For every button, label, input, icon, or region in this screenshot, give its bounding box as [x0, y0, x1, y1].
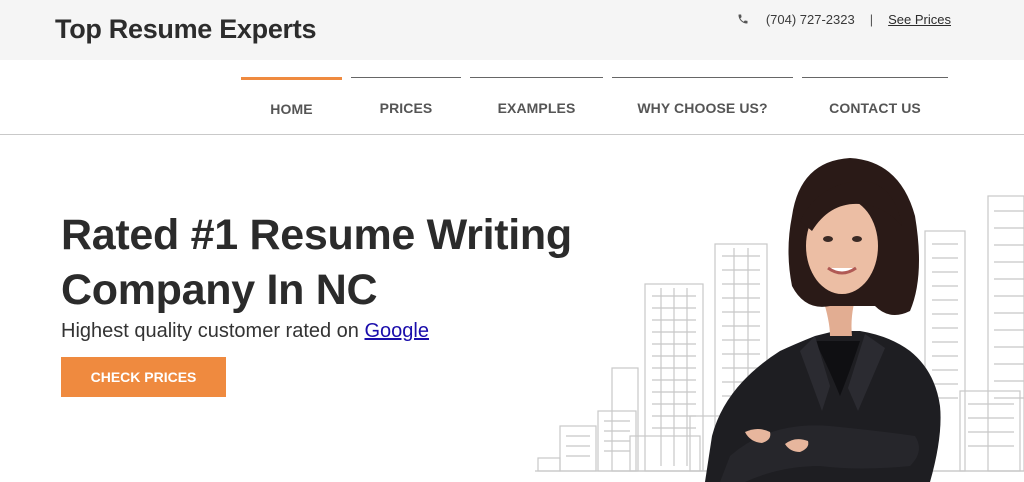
nav-item-examples[interactable]: EXAMPLES: [470, 77, 603, 135]
nav-item-label: PRICES: [379, 99, 433, 116]
main-nav: HOME PRICES EXAMPLES WHY CHOOSE US? CONT…: [0, 60, 1024, 135]
nav-item-why-choose-us[interactable]: WHY CHOOSE US?: [612, 77, 793, 135]
nav-item-label: CONTACT US: [829, 99, 921, 116]
top-contact: (704) 727-2323 | See Prices: [737, 11, 951, 27]
nav-item-prices[interactable]: PRICES: [351, 77, 461, 135]
separator: |: [869, 11, 874, 27]
top-bar: Top Resume Experts (704) 727-2323 | See …: [0, 0, 1024, 60]
nav-item-contact-us[interactable]: CONTACT US: [802, 77, 948, 135]
phone-icon: [738, 14, 748, 24]
nav-item-label: HOME: [270, 100, 313, 117]
nav-item-home[interactable]: HOME: [241, 77, 342, 135]
hero-subline: Highest quality customer rated on Google: [61, 320, 429, 343]
see-prices-link[interactable]: See Prices: [888, 12, 951, 27]
google-link[interactable]: Google: [365, 320, 430, 342]
hero-headline: Rated #1 Resume Writing Company In NC: [61, 208, 621, 318]
phone-number[interactable]: (704) 727-2323: [766, 12, 855, 27]
headline-line-1: Rated #1 Resume Writing: [61, 211, 572, 259]
hero-section: Rated #1 Resume Writing Company In NC Hi…: [0, 136, 1024, 482]
headline-line-2: Company In NC: [61, 266, 378, 314]
subline-text: Highest quality customer rated on: [61, 320, 359, 342]
nav-item-label: EXAMPLES: [497, 99, 576, 116]
check-prices-button[interactable]: CHECK PRICES: [61, 357, 226, 397]
site-logo[interactable]: Top Resume Experts: [55, 14, 316, 45]
nav-item-label: WHY CHOOSE US?: [637, 99, 768, 116]
woman-photo: [705, 158, 941, 482]
